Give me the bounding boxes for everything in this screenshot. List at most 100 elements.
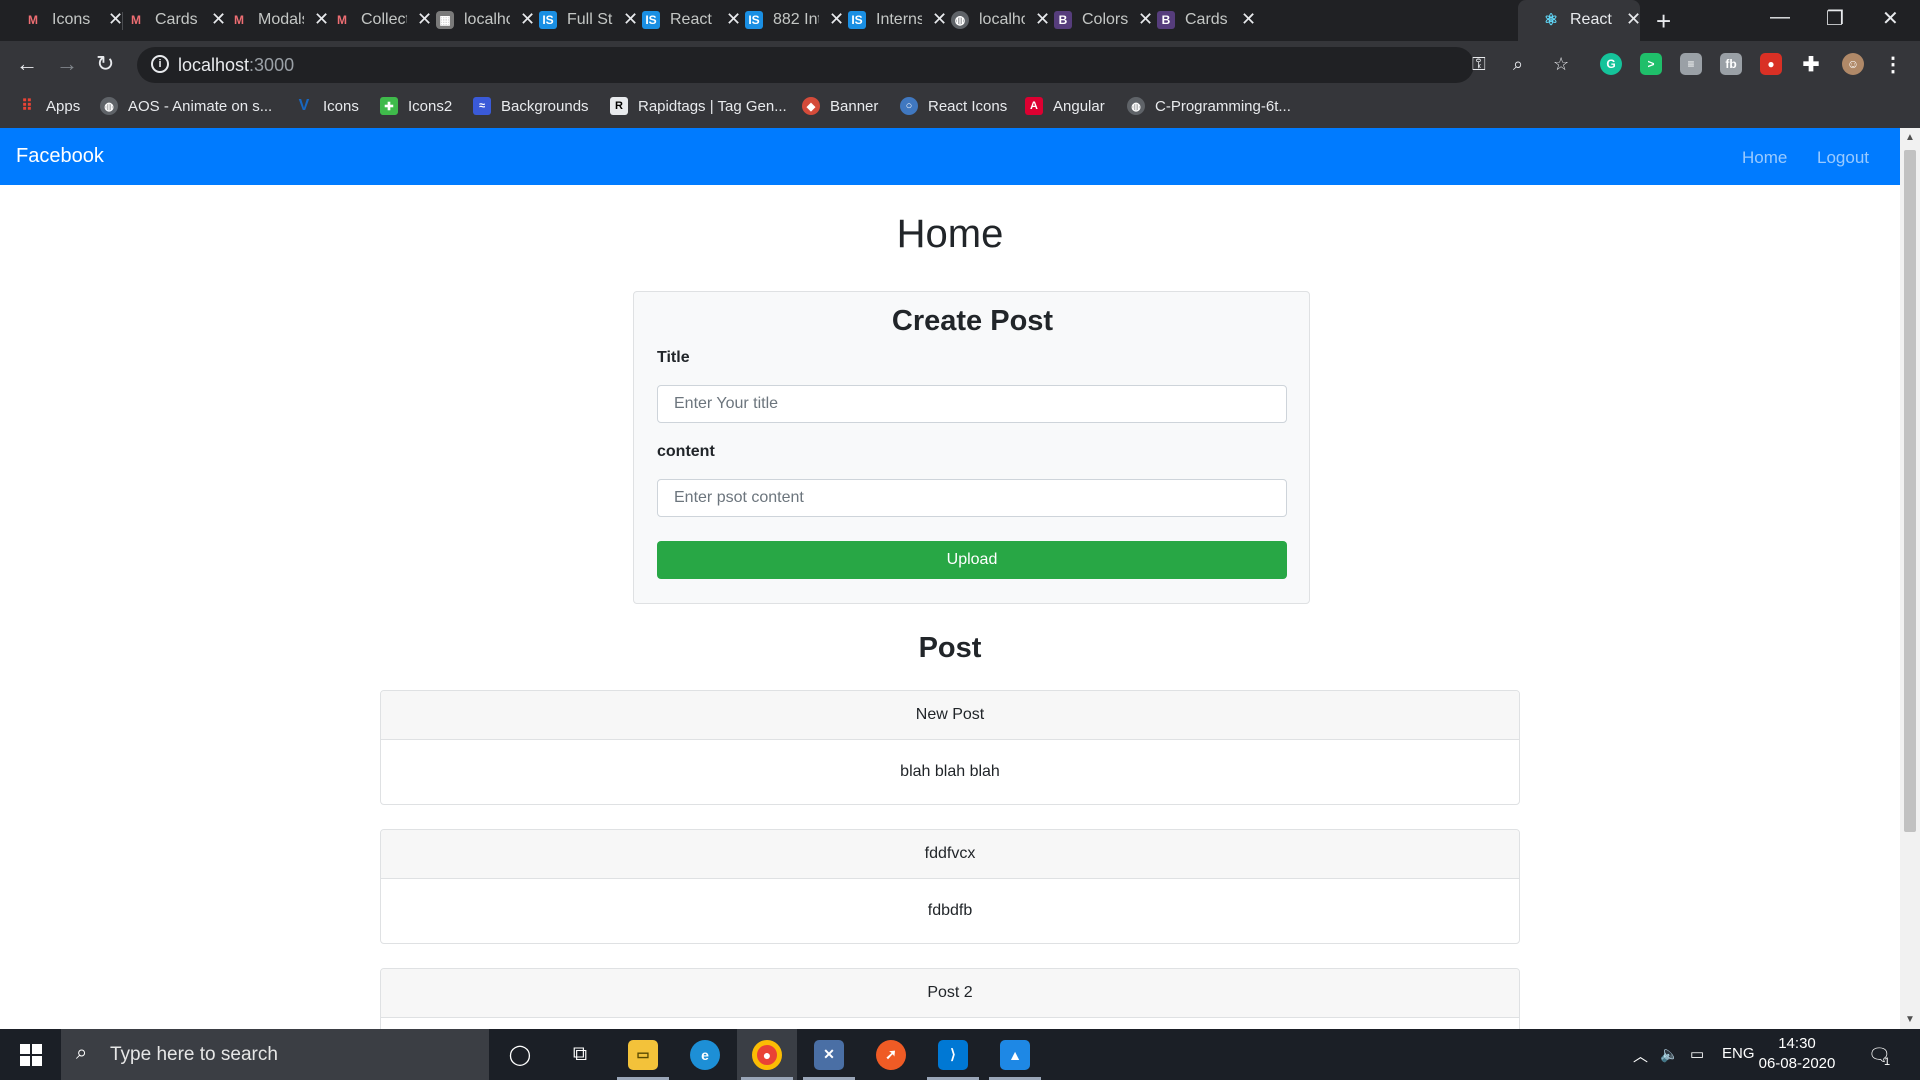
chrome-icon[interactable]: ●: [737, 1029, 797, 1080]
tab-label: localho: [979, 11, 1025, 28]
scroll-down-icon[interactable]: ▼: [1905, 1014, 1915, 1025]
notification-count: 1: [1884, 1056, 1891, 1068]
bookmark-apps[interactable]: ⠿ Apps: [18, 97, 81, 116]
browser-tab[interactable]: B Cards ✕: [1133, 0, 1256, 41]
bookmark-item[interactable]: ◍ AOS - Animate on s...: [100, 97, 272, 115]
minimize-icon[interactable]: —: [1770, 6, 1790, 29]
postman-icon[interactable]: ➚: [861, 1029, 921, 1080]
record-icon[interactable]: ●: [1760, 53, 1782, 75]
tab-label: Icons: [52, 11, 91, 28]
key-icon[interactable]: ⚿: [1472, 54, 1486, 75]
page-title: Home: [896, 212, 1004, 256]
bookmark-label: Icons: [323, 97, 359, 115]
address-bar[interactable]: i localhost:3000 ⚿ ⌕ ☆: [137, 47, 1569, 83]
close-icon[interactable]: ✕: [1626, 9, 1641, 30]
network-icon[interactable]: ▭: [1690, 1045, 1704, 1063]
post-content: fdbdfb: [927, 902, 973, 919]
bookmark-item[interactable]: ◍ C-Programming-6t...: [1127, 97, 1291, 115]
url-text[interactable]: localhost:3000: [178, 55, 294, 76]
taskbar: ⌕ Type here to search ◯ ⧉ ▭ e ● ✕ ➚ ⟩ ▲ …: [0, 1029, 1920, 1080]
close-icon[interactable]: ✕: [1241, 9, 1256, 30]
bg-icon: ≈: [473, 97, 491, 115]
tab-label: Full Sta: [567, 11, 613, 28]
title-input[interactable]: [657, 385, 1287, 423]
tab-label: Modals: [258, 11, 304, 28]
github-icon: ○: [900, 97, 918, 115]
restore-icon[interactable]: ❐: [1826, 6, 1844, 31]
browser-tab-active[interactable]: ⚛ React / ✕: [1518, 0, 1641, 41]
extension-icon[interactable]: ≡: [1680, 53, 1702, 75]
task-view-icon[interactable]: ⧉: [550, 1029, 610, 1080]
volume-icon[interactable]: 🔈: [1660, 1045, 1679, 1063]
forward-icon[interactable]: →: [56, 51, 78, 77]
bookmark-label: Icons2: [408, 97, 453, 115]
fb-extension-icon[interactable]: fb: [1720, 53, 1742, 75]
nav-link-home[interactable]: Home: [1742, 148, 1787, 168]
bookmark-item[interactable]: ○ React Icons: [900, 97, 1007, 115]
upload-button[interactable]: Upload: [657, 541, 1287, 579]
bookmark-label: Apps: [46, 97, 81, 115]
taskbar-search[interactable]: ⌕ Type here to search: [61, 1029, 489, 1080]
sublime-app-icon[interactable]: ✕: [799, 1029, 859, 1080]
bookmark-label: Rapidtags | Tag Gen...: [638, 97, 787, 115]
bookmark-label: AOS - Animate on s...: [128, 97, 273, 115]
clock-time: 14:30: [1778, 1035, 1816, 1052]
clock[interactable]: 14:30 06-08-2020: [1752, 1034, 1842, 1074]
react-icon: ⚛: [1543, 12, 1559, 29]
back-icon[interactable]: ←: [16, 51, 38, 77]
tab-strip: M Icons ✕ M Cards ✕ M Modals ✕ M Collect…: [0, 0, 1920, 41]
browser-toolbar: ← → ↻ i localhost:3000 ⚿ ⌕ ☆ G > ≡ fb ● …: [0, 41, 1920, 88]
grammarly-icon[interactable]: G: [1600, 53, 1622, 75]
bookmark-item[interactable]: ≈ Backgrounds: [473, 97, 589, 115]
tab-label: 882 Int: [773, 11, 819, 28]
nav-link-logout[interactable]: Logout: [1817, 148, 1869, 168]
bookmark-label: React Icons: [928, 97, 1008, 115]
terminal-icon[interactable]: >: [1640, 53, 1662, 75]
page-scrollbar[interactable]: ▲ ▼: [1900, 128, 1920, 1029]
title-label: Title: [657, 349, 690, 366]
kebab-menu-icon[interactable]: ⋮: [1882, 53, 1904, 76]
bootstrap-icon: B: [1157, 11, 1175, 29]
tab-label: Interns: [876, 11, 922, 28]
create-post-card: Create Post Title content Upload: [633, 291, 1310, 604]
is-icon: IS: [539, 11, 557, 29]
avatar[interactable]: ☺: [1842, 53, 1864, 75]
vscode-icon[interactable]: ⟩: [923, 1029, 983, 1080]
scroll-thumb[interactable]: [1904, 150, 1916, 832]
bookmark-item[interactable]: V Icons: [295, 97, 359, 115]
file-explorer-icon[interactable]: ▭: [613, 1029, 673, 1080]
reload-icon[interactable]: ↻: [96, 51, 114, 77]
site-info-icon[interactable]: i: [151, 55, 169, 73]
bookmark-item[interactable]: ◆ Banner: [802, 97, 878, 115]
cortana-icon[interactable]: ◯: [490, 1029, 550, 1080]
photos-icon[interactable]: ▲: [985, 1029, 1045, 1080]
materialize-icon: M: [234, 13, 244, 27]
bookmark-item[interactable]: R Rapidtags | Tag Gen...: [610, 97, 787, 115]
tab-label: Collect: [361, 11, 407, 28]
language-indicator[interactable]: ENG: [1722, 1045, 1755, 1062]
chevron-up-icon[interactable]: ︿: [1633, 1045, 1648, 1066]
tab-label: localho: [464, 11, 510, 28]
post-content: [381, 1018, 1519, 1029]
brand-link[interactable]: Facebook: [16, 145, 104, 168]
globe-icon: ◍: [100, 97, 118, 115]
windows-start-icon[interactable]: [20, 1044, 42, 1066]
search-icon: ⌕: [76, 1042, 88, 1064]
puzzle-icon[interactable]: ✚: [1800, 53, 1822, 76]
content-input[interactable]: [657, 479, 1287, 517]
bookmark-label: Angular: [1053, 97, 1105, 115]
post-card: New Post blah blah blah: [380, 690, 1520, 805]
bookmark-item[interactable]: A Angular: [1025, 97, 1105, 115]
zoom-icon[interactable]: ⌕: [1513, 54, 1523, 75]
edge-icon[interactable]: e: [675, 1029, 735, 1080]
scroll-up-icon[interactable]: ▲: [1905, 132, 1915, 143]
bookmark-item[interactable]: ✚ Icons2: [380, 97, 452, 115]
globe-icon: ◍: [1127, 97, 1145, 115]
bookmark-label: Banner: [830, 97, 879, 115]
star-icon[interactable]: ☆: [1553, 54, 1569, 75]
new-tab-icon[interactable]: +: [1656, 6, 1671, 37]
window-close-icon[interactable]: ✕: [1882, 6, 1899, 31]
is-icon: IS: [642, 11, 660, 29]
tab-label: React /: [1570, 11, 1616, 28]
is-icon: IS: [848, 11, 866, 29]
